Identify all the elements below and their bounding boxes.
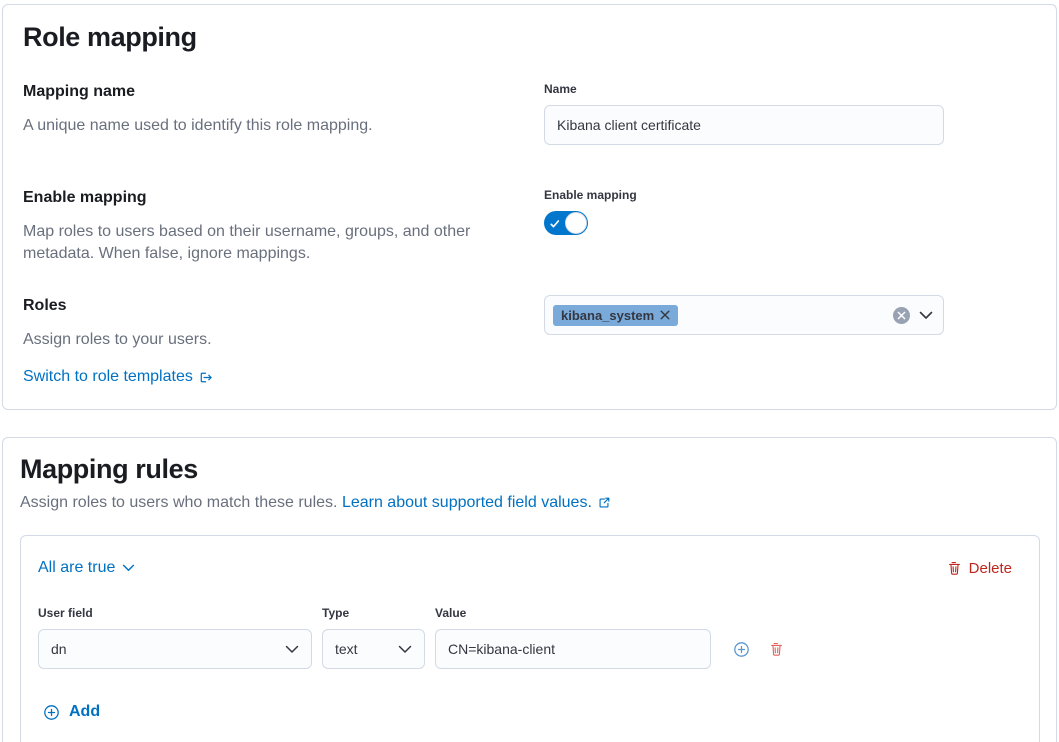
plus-circle-icon xyxy=(43,704,60,721)
roles-row: Roles Assign roles to your users. kibana… xyxy=(23,295,1032,351)
remove-rule-icon-button[interactable] xyxy=(769,641,784,657)
roles-description: Assign roles to your users. xyxy=(23,329,523,351)
enable-mapping-toggle[interactable] xyxy=(544,211,588,235)
roles-field-column: kibana_system xyxy=(544,295,944,351)
chevron-down-icon xyxy=(122,564,135,572)
add-button-label: Add xyxy=(69,703,100,721)
combo-controls xyxy=(893,307,933,324)
page: Role mapping Mapping name A unique name … xyxy=(0,0,1059,742)
clear-selection-icon[interactable] xyxy=(893,307,910,324)
mapping-name-field-column: Name xyxy=(544,81,944,145)
mapping-name-row: Mapping name A unique name used to ident… xyxy=(23,81,1032,145)
type-field-label: Type xyxy=(322,605,425,621)
add-rule-button[interactable]: Add xyxy=(43,703,100,721)
role-badge-label: kibana_system xyxy=(561,308,654,323)
switch-to-role-templates-label: Switch to role templates xyxy=(23,365,193,389)
rule-fields-row: User field dn Type text xyxy=(38,605,1022,669)
delete-rule-group-button[interactable]: Delete xyxy=(947,560,1012,577)
delete-button-label: Delete xyxy=(969,560,1012,577)
name-field-label: Name xyxy=(544,81,944,97)
user-field-group: User field dn xyxy=(38,605,312,669)
mapping-name-description: A unique name used to identify this role… xyxy=(23,115,523,137)
enable-mapping-toggle-label: Enable mapping xyxy=(544,187,944,203)
value-field-group: Value xyxy=(435,605,711,669)
enable-mapping-field-column: Enable mapping xyxy=(544,187,944,265)
name-input[interactable] xyxy=(544,105,944,145)
mapping-rules-panel: Mapping rules Assign roles to users who … xyxy=(2,437,1057,742)
roles-heading: Roles xyxy=(23,295,523,317)
type-field-group: Type text xyxy=(322,605,425,669)
chevron-down-icon[interactable] xyxy=(919,311,933,320)
mapping-name-heading: Mapping name xyxy=(23,81,523,103)
external-link-icon xyxy=(597,496,611,510)
roles-combobox[interactable]: kibana_system xyxy=(544,295,944,335)
type-select[interactable]: text xyxy=(322,629,425,669)
learn-about-field-values-link[interactable]: Learn about supported field values. xyxy=(342,491,611,515)
role-mapping-panel: Role mapping Mapping name A unique name … xyxy=(2,4,1057,410)
enable-mapping-row: Enable mapping Map roles to users based … xyxy=(23,187,1032,265)
value-field-label: Value xyxy=(435,605,711,621)
mapping-rules-description: Assign roles to users who match these ru… xyxy=(20,491,1040,515)
mapping-name-description-column: Mapping name A unique name used to ident… xyxy=(23,81,523,145)
roles-description-column: Roles Assign roles to your users. xyxy=(23,295,523,351)
page-title: Role mapping xyxy=(23,21,1032,54)
trash-icon xyxy=(947,560,962,576)
toggle-knob xyxy=(565,212,587,234)
mapping-rules-description-text: Assign roles to users who match these ru… xyxy=(20,494,337,511)
rule-condition-dropdown[interactable]: All are true xyxy=(38,559,135,577)
rule-condition-label: All are true xyxy=(38,559,115,577)
rule-group-panel: All are true Delete User field dn xyxy=(20,535,1040,742)
switch-templates-row: Switch to role templates xyxy=(23,365,1032,389)
role-badge[interactable]: kibana_system xyxy=(553,305,678,326)
chevron-down-icon xyxy=(398,645,412,654)
rule-group-header: All are true Delete xyxy=(38,559,1022,577)
user-field-value: dn xyxy=(51,641,67,657)
mapping-rules-title: Mapping rules xyxy=(20,453,1040,486)
type-field-value: text xyxy=(335,641,358,657)
chevron-down-icon xyxy=(285,645,299,654)
add-rule-row: Add xyxy=(43,703,1022,726)
enable-mapping-description: Map roles to users based on their userna… xyxy=(23,221,523,265)
add-rule-icon-button[interactable] xyxy=(733,641,750,658)
learn-link-label: Learn about supported field values. xyxy=(342,491,592,515)
remove-role-icon[interactable] xyxy=(660,310,670,320)
check-icon xyxy=(549,217,561,235)
user-field-select[interactable]: dn xyxy=(38,629,312,669)
enable-mapping-description-column: Enable mapping Map roles to users based … xyxy=(23,187,523,265)
enable-mapping-heading: Enable mapping xyxy=(23,187,523,209)
switch-to-role-templates-link[interactable]: Switch to role templates xyxy=(23,365,213,389)
value-input[interactable] xyxy=(435,629,711,669)
user-field-label: User field xyxy=(38,605,312,621)
rule-row-actions xyxy=(733,629,784,669)
push-icon xyxy=(198,370,213,385)
